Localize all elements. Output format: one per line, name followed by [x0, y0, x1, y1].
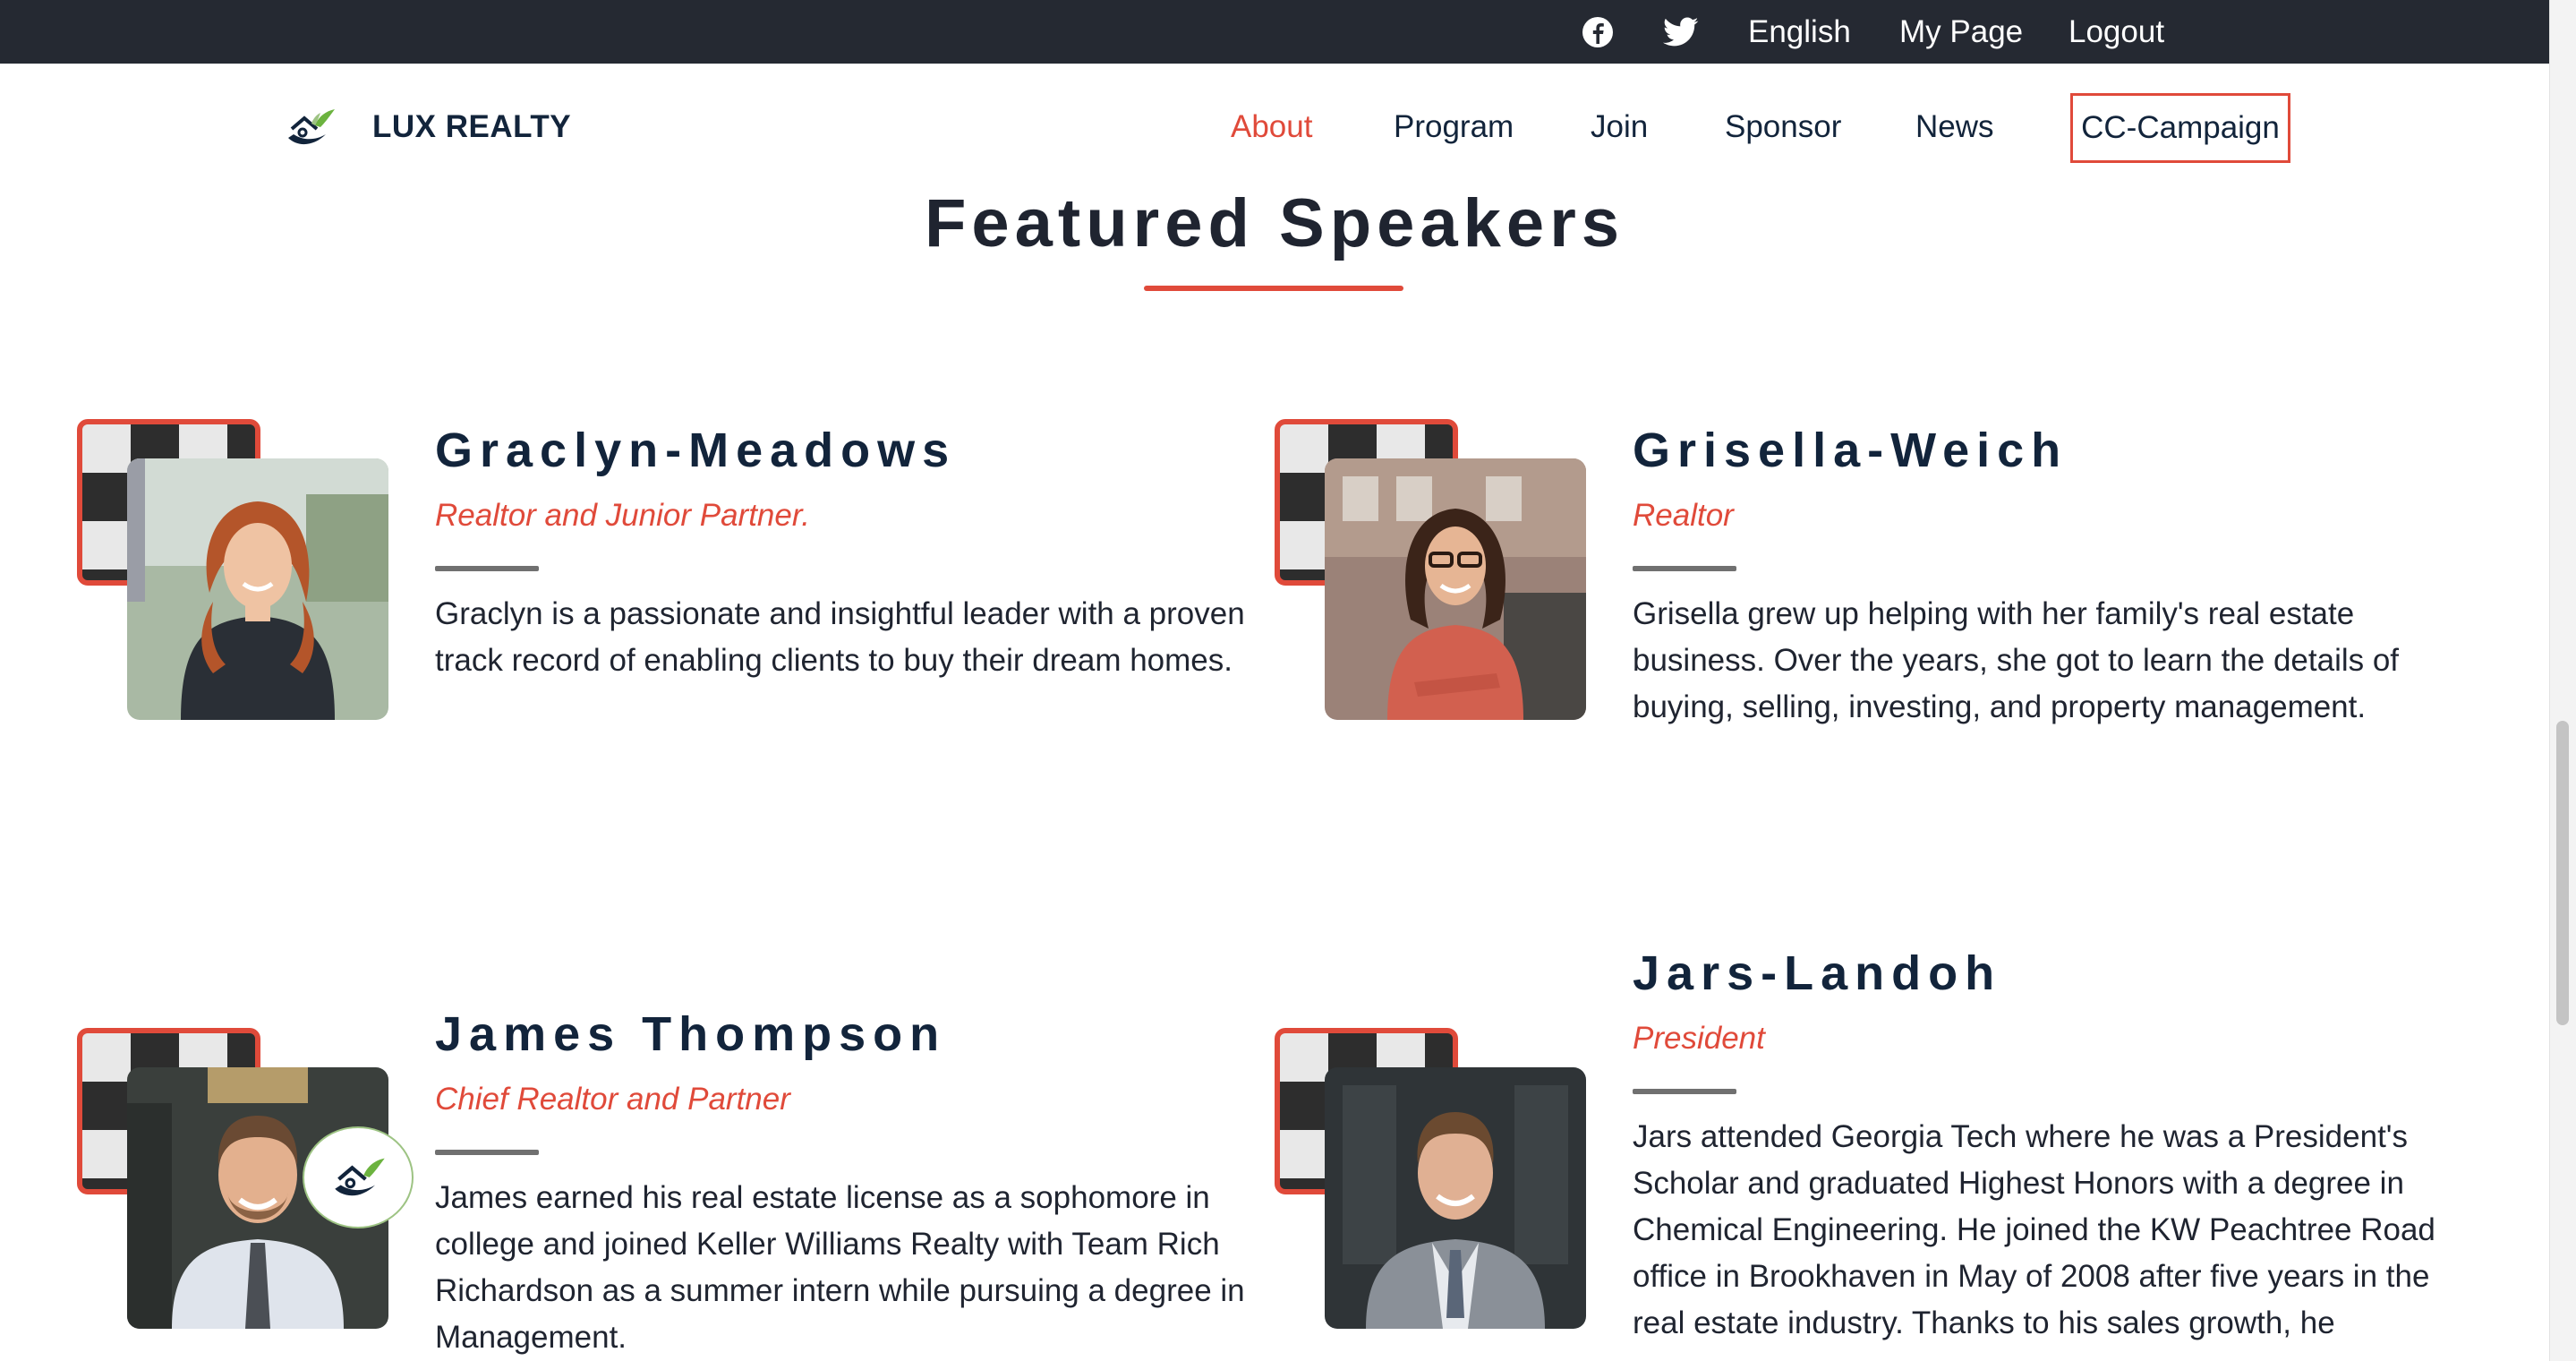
speaker-photo [1325, 1067, 1586, 1329]
speaker-bio: Grisella grew up helping with her family… [1633, 596, 2400, 724]
speaker-name: Grisella-Weich [1633, 424, 2068, 477]
divider [1633, 566, 1736, 571]
section-title: Featured Speakers [924, 185, 1625, 261]
cc-campaign-button[interactable]: CC-Campaign [2070, 93, 2290, 163]
logout-link[interactable]: Logout [2068, 0, 2164, 64]
brand-logo-icon [335, 1158, 385, 1196]
speaker-role: Realtor and Junior Partner. [435, 498, 810, 533]
nav-item-news[interactable]: News [1915, 109, 1994, 145]
brand-logo-icon[interactable] [285, 106, 338, 150]
divider [435, 1150, 539, 1155]
speaker-info: Graclyn-Meadows Realtor and Junior Partn… [435, 419, 1267, 684]
speaker-name: James Thompson [435, 1007, 947, 1061]
speaker-info: Grisella-Weich Realtor Grisella grew up … [1633, 419, 2465, 731]
speaker-bio: James earned his real estate license as … [435, 1180, 1245, 1355]
brand-badge [303, 1126, 414, 1228]
language-selector[interactable]: English [1748, 0, 1851, 64]
nav-item-about[interactable]: About [1231, 109, 1312, 145]
nav-item-program[interactable]: Program [1394, 109, 1514, 145]
speaker-photo-group [1275, 419, 1597, 723]
scrollbar-thumb[interactable] [2556, 721, 2569, 1025]
brand-name[interactable]: LUX REALTY [372, 109, 571, 145]
speaker-photo [127, 458, 388, 720]
speaker-role: President [1633, 1021, 1765, 1056]
top-bar: English My Page Logout [0, 0, 2549, 64]
speaker-bio: Graclyn is a passionate and insightful l… [435, 596, 1245, 678]
speaker-photo [1325, 458, 1586, 720]
nav-item-sponsor[interactable]: Sponsor [1725, 109, 1841, 145]
my-page-link[interactable]: My Page [1899, 0, 2023, 64]
speaker-photo-group [77, 419, 399, 723]
speaker-name: Jars-Landoh [1633, 946, 2002, 1000]
speaker-name: Graclyn-Meadows [435, 424, 957, 477]
facebook-icon[interactable] [1581, 15, 1615, 49]
divider [435, 566, 539, 571]
page-scrollbar[interactable] [2549, 0, 2576, 1361]
speaker-role: Chief Realtor and Partner [435, 1082, 790, 1117]
speaker-photo-group [77, 1028, 414, 1332]
title-underline [1144, 286, 1403, 291]
speaker-info: Jars-Landoh President Jars attended Geor… [1633, 946, 2465, 1347]
divider [1633, 1089, 1736, 1094]
speaker-photo-group [1275, 1028, 1597, 1332]
nav-item-join[interactable]: Join [1591, 109, 1648, 145]
speaker-role: Realtor [1633, 498, 1734, 533]
twitter-icon[interactable] [1663, 17, 1699, 47]
speaker-bio: Jars attended Georgia Tech where he was … [1633, 1119, 2435, 1340]
speaker-info: James Thompson Chief Realtor and Partner… [435, 1007, 1267, 1361]
